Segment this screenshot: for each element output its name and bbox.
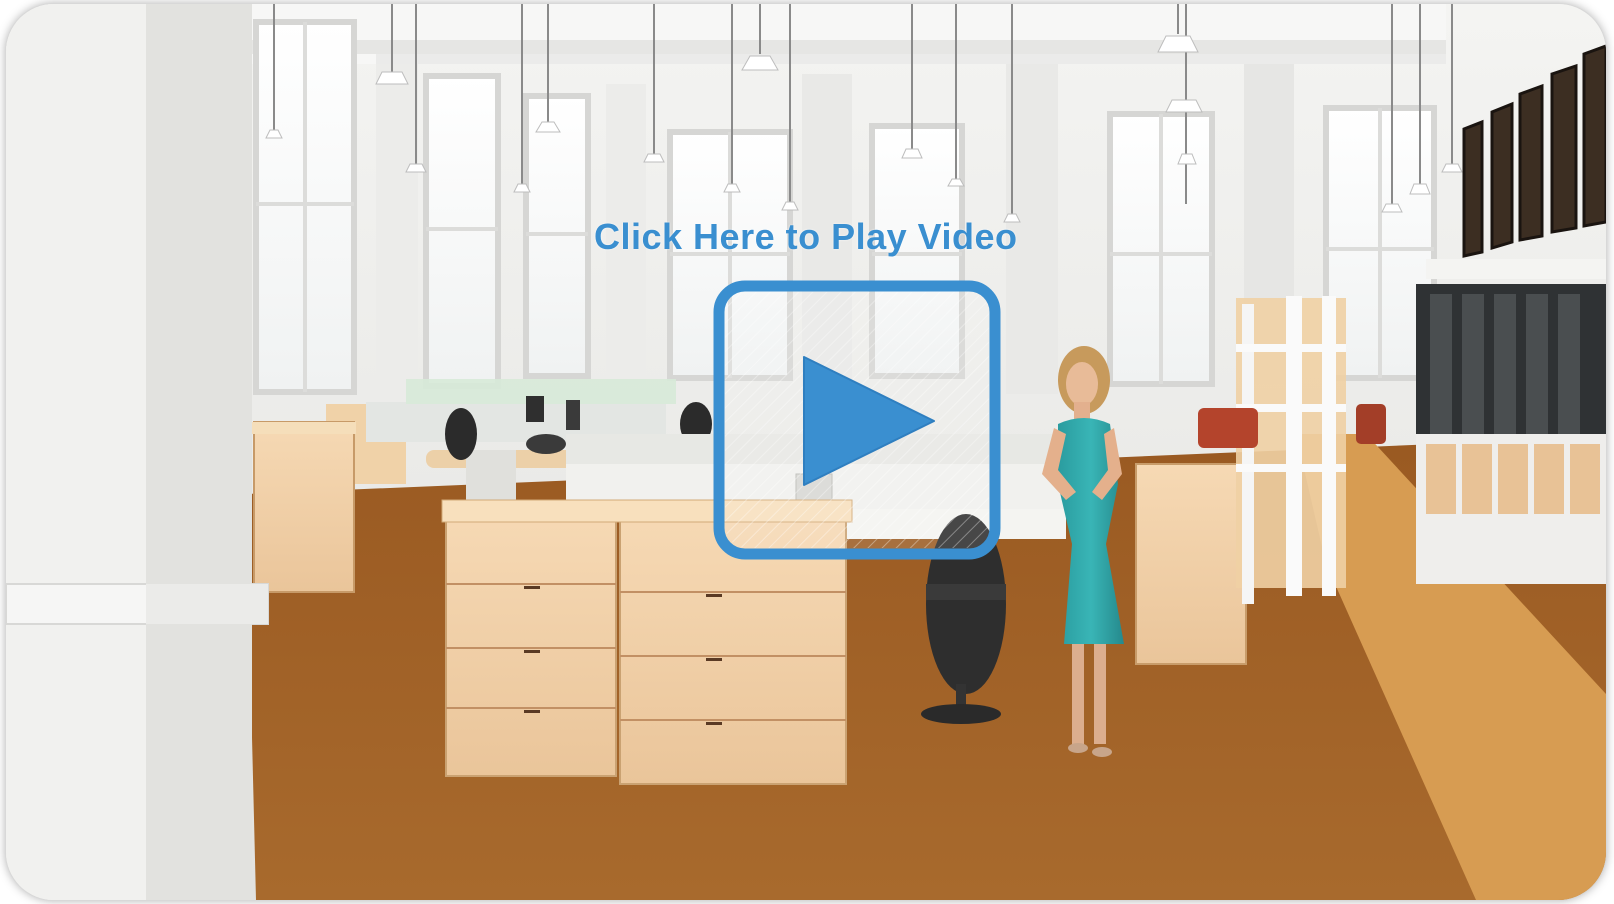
play-video-caption[interactable]: Click Here to Play Video: [594, 216, 1114, 258]
video-player[interactable]: Click Here to Play Video: [6, 4, 1606, 900]
play-video-button[interactable]: [712, 279, 1002, 561]
